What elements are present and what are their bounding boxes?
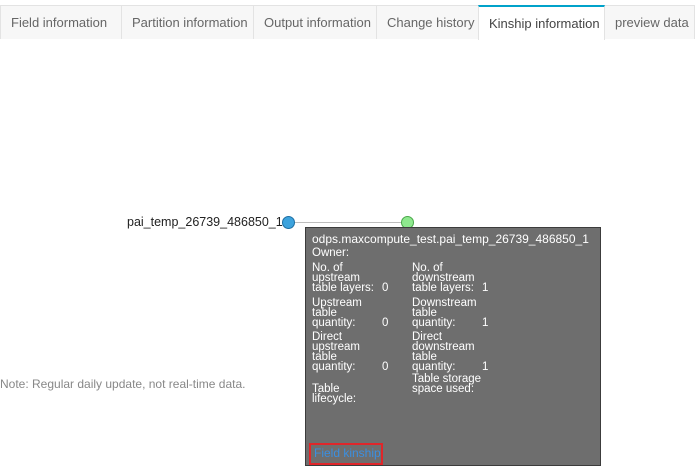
tab-output-information[interactable]: Output information [253,5,377,39]
tooltip-table-name: odps.maxcompute_test.pai_temp_26739_4868… [312,232,589,246]
tab-kinship-information[interactable]: Kinship information [478,5,605,40]
storage-label: Table storage space used: [412,373,482,395]
tab-partition-information[interactable]: Partition information [121,5,254,39]
downstream-layers-value: 1 [482,282,489,294]
tab-preview-data[interactable]: preview data [604,5,695,39]
tooltip-owner: Owner: [312,247,350,259]
upstream-layers-value: 0 [382,282,389,294]
field-kinship-link[interactable]: Field kinship [314,446,381,460]
downstream-layers-label: No. of downstream table layers: [412,262,475,294]
tab-field-information[interactable]: Field information [0,5,122,39]
upstream-layers-label: No. of upstream table layers: [312,262,375,294]
direct-downstream-label: Direct downstream table quantity: [412,331,475,373]
downstream-qty-value: 1 [482,317,489,329]
lineage-edge [289,222,408,223]
tab-change-history[interactable]: Change history [376,5,479,39]
kinship-graph: pai_temp_26739_486852_1 pai_temp_26739_4… [0,40,695,466]
source-node-label: pai_temp_26739_486850_1 [127,215,283,229]
upstream-qty-value: 0 [382,317,389,329]
direct-upstream-value: 0 [382,361,389,373]
update-note: Note: Regular daily update, not real-tim… [0,377,246,391]
source-table-node[interactable] [282,216,295,229]
upstream-qty-label: Upstream table quantity: [312,297,362,329]
tab-bar: Field information Partition information … [0,5,695,40]
lifecycle-label: Table lifecycle: [312,383,357,405]
direct-upstream-label: Direct upstream table quantity: [312,331,360,373]
field-kinship-highlight: Field kinship [309,443,383,465]
direct-downstream-value: 1 [482,361,489,373]
table-info-tooltip: odps.maxcompute_test.pai_temp_26739_4868… [305,227,601,466]
downstream-qty-label: Downstream table quantity: [412,297,477,329]
